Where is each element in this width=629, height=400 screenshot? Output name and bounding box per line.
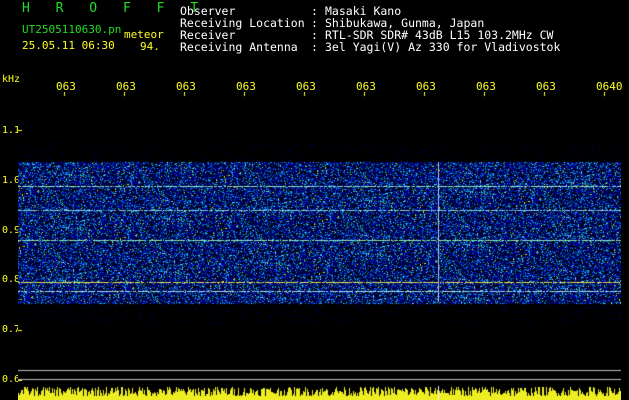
y-axis-unit: kHz — [2, 74, 21, 85]
info-antenna-value: 3el Yagi(V) Az 330 for Vladivostok — [325, 40, 561, 54]
date-time: 25.05.11 06:30 — [22, 39, 115, 52]
info-antenna-key: Receiving Antenna — [180, 40, 298, 54]
meteor-label: meteor — [124, 28, 164, 41]
meteor-count: 94. — [140, 40, 160, 53]
info-antenna-colon: : — [311, 40, 318, 54]
file-name: UT2505110630.pn — [22, 23, 122, 36]
spectrogram — [18, 92, 621, 400]
